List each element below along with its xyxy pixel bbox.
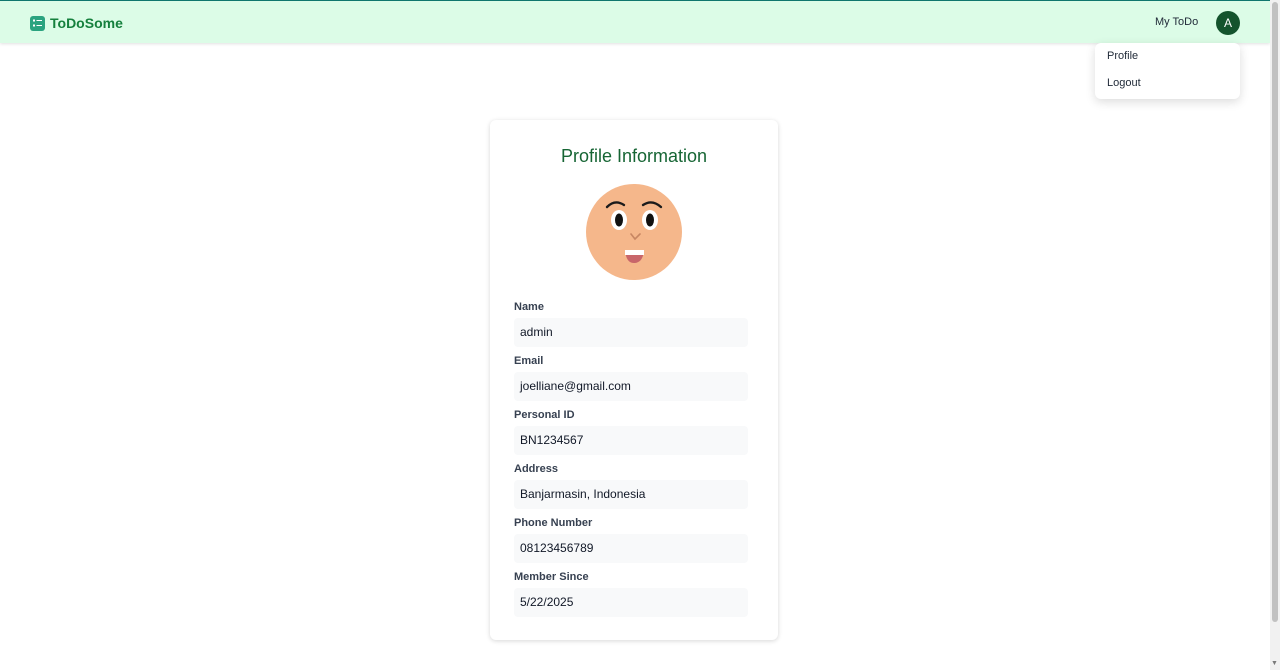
brand-name: ToDoSome	[50, 15, 123, 31]
dropdown-item-profile[interactable]: Profile	[1107, 50, 1138, 62]
field-label-member-since: Member Since	[514, 571, 589, 583]
field-label-phone-number: Phone Number	[514, 517, 593, 529]
checklist-icon	[30, 15, 45, 31]
name-field: admin	[514, 318, 748, 347]
field-label-name: Name	[514, 301, 544, 313]
field-label-personal-id: Personal ID	[514, 409, 575, 421]
member-since-field: 5/22/2025	[514, 588, 748, 617]
address-field: Banjarmasin, Indonesia	[514, 480, 748, 509]
brand-logo-link[interactable]: ToDoSome	[30, 14, 123, 32]
phone-number-field: 08123456789	[514, 534, 748, 563]
field-label-address: Address	[514, 463, 559, 475]
dropdown-item-logout[interactable]: Logout	[1107, 77, 1141, 89]
field-label-email: Email	[514, 355, 544, 367]
scroll-down-arrow-icon[interactable]: ▼	[1271, 660, 1278, 667]
scrollbar-thumb[interactable]	[1272, 2, 1278, 622]
top-navbar: ToDoSome My ToDo A	[0, 0, 1270, 43]
page-title: Profile Information	[560, 146, 708, 166]
vertical-scrollbar[interactable]: ▼	[1270, 0, 1280, 670]
user-avatar-button[interactable]: A	[1216, 11, 1240, 35]
email-field: joelliane@gmail.com	[514, 372, 748, 401]
personal-id-field: BN1234567	[514, 426, 748, 455]
avatar-initial: A	[1223, 16, 1232, 30]
nav-my-todo-link[interactable]: My ToDo	[1155, 16, 1198, 28]
profile-card: Profile Information Name admin Email joe…	[490, 120, 778, 640]
profile-avatar	[586, 184, 682, 280]
user-dropdown-menu: Profile Logout	[1095, 43, 1240, 99]
